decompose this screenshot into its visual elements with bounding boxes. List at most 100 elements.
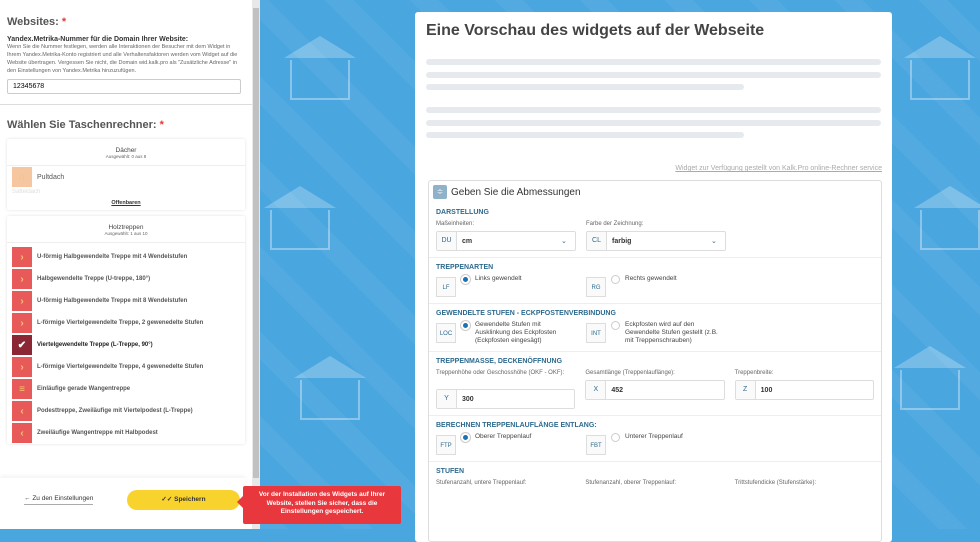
yandex-label: Yandex.Metrika-Nummer für die Domain Ihr… (7, 36, 189, 43)
field-label: Gesamtlänge (Treppenlauflänge): (585, 370, 675, 376)
calc-item-label: U-förmig Halbgewendelte Treppe mit 8 Wen… (37, 298, 188, 304)
save-tooltip: Vor der Installation des Widgets auf Ihr… (237, 486, 401, 524)
group-holztreppen: Holztreppen Ausgewählt: 1 aus 10 › U-förmi… (7, 216, 245, 444)
field-code: FTP (436, 435, 456, 455)
calc-item[interactable]: ⌂ Pultdach (7, 166, 245, 188)
calc-item-label: Satteldach (12, 189, 41, 195)
calc-item[interactable]: › U-förmig Halbgewendelte Treppe mit 8 We… (7, 290, 245, 312)
height-input[interactable]: Y 300 (436, 389, 576, 409)
input-value: 452 (611, 386, 624, 394)
radio-label: Gewendelte Stufen mit Ausklinkung des Ec… (475, 321, 557, 344)
field-code: CL (587, 232, 607, 250)
back-label: Zu den Einstellungen (32, 495, 94, 502)
radio-fbt[interactable]: FBT Unterer Treppenlauf (586, 433, 726, 455)
radio-label: Oberer Treppenlauf (475, 433, 532, 440)
field-label: Stufenanzahl, oberer Treppenlauf: (585, 480, 677, 486)
yandex-description: Wenn Sie die Nummer festlegen, werden al… (7, 44, 238, 74)
calculators-title: Wählen Sie Taschenrechner: (7, 119, 157, 131)
group-title: Holztreppen (108, 224, 144, 231)
field-label: Trittstufendicke (Stufenstärke): (734, 480, 817, 486)
field-label: Treppenhöhe oder Geschosshöhe (OKF - OKF… (436, 370, 565, 376)
field-label: Treppenbreite: (734, 370, 774, 376)
calc-item-label: Einläufige gerade Wangentreppe (37, 386, 131, 392)
roof-icon: ⌂ (12, 167, 32, 187)
chevron-down-icon: ⌄ (711, 238, 717, 245)
section-title: TREPPENMASSE, DECKENÖFFNUNG (436, 358, 563, 365)
field-code: FBT (586, 435, 606, 455)
field-label: Maßeinheiten: (436, 221, 475, 227)
sliders-icon: ≑ (433, 185, 447, 199)
double-check-icon: ✓✓ (161, 496, 175, 503)
back-button[interactable]: ← Zu den Einstellungen (24, 495, 94, 505)
calc-item-label: L-förmige Viertelgewendelte Treppe, 4 ge… (37, 364, 204, 370)
group-selected-count: Ausgewählt: 1 aus 10 (104, 231, 148, 236)
section-title: BERECHNEN TREPPENLAUFLÄNGE ENTLANG: (436, 422, 597, 429)
expand-link[interactable]: Offenbaren (7, 196, 245, 210)
stair-icon: › (12, 269, 32, 289)
radio-label: Unterer Treppenlauf (625, 433, 683, 440)
required-mark: * (159, 119, 164, 131)
stair-icon: ≡ (12, 379, 32, 399)
group-title: Dächer (115, 147, 137, 154)
stair-icon: › (12, 291, 32, 311)
calc-item-label: Zweiläufige Wangentreppe mit Halbpodest (37, 430, 158, 436)
radio-label: Links gewendelt (475, 275, 522, 282)
calc-item-label: L-förmige Viertelgewendelte Treppe, 2 ge… (37, 320, 204, 326)
settings-panel: Websites: * Yandex.Metrika-Nummer für di… (0, 0, 252, 529)
input-value: 300 (462, 395, 474, 403)
width-input[interactable]: Z 100 (734, 380, 874, 400)
section-title: DARSTELLUNG (436, 209, 489, 216)
group-daecher: Dächer Ausgewählt: 0 aus 8 ⌂ Pultdach Satt… (7, 139, 245, 210)
radio-loc[interactable]: LOC Gewendelte Stufen mit Ausklinkung des… (436, 321, 576, 345)
calc-item[interactable]: ≡ Einläufige gerade Wangentreppe (7, 378, 245, 400)
kalkpro-link[interactable]: Widget zur Verfügung gestellt von Kalk.P… (675, 165, 882, 172)
field-code: RG (586, 277, 606, 297)
radio-label: Rechts gewendelt (625, 275, 677, 282)
dimensions-form: ≑ Geben Sie die Abmessungen DARSTELLUNG M… (428, 180, 882, 542)
calc-item-label: Halbgewendelte Treppe (U-treppe, 180°) (37, 276, 151, 282)
calc-item[interactable]: › L-förmige Viertelgewendelte Treppe, 4 g… (7, 356, 245, 378)
preview-title: Eine Vorschau des widgets auf der Websei… (426, 22, 765, 39)
save-button[interactable]: ✓✓ Speichern (127, 490, 240, 510)
check-icon: ✔ (12, 335, 32, 355)
scrollbar[interactable] (252, 0, 260, 529)
calc-item[interactable]: › U-förmig Halbgewendelte Treppe mit 4 We… (7, 246, 245, 268)
radio-unchecked[interactable] (611, 275, 620, 284)
field-code: Z (735, 381, 756, 399)
chevron-down-icon: ⌄ (561, 238, 567, 245)
field-code: Y (437, 390, 457, 408)
calc-item[interactable]: Satteldach (7, 188, 245, 196)
yandex-number-input[interactable] (7, 79, 241, 94)
calc-item-label: Viertelgewendelte Treppe (L-Treppe, 90°) (37, 342, 153, 348)
calc-item[interactable]: › L-förmige Viertelgewendelte Treppe, 2 g… (7, 312, 245, 334)
section-title: GEWENDELTE STUFEN - ECKPFOSTENVERBINDUNG (436, 310, 616, 317)
units-select[interactable]: DU cm ⌄ (436, 231, 576, 251)
group-selected-count: Ausgewählt: 0 aus 8 (105, 154, 147, 159)
calc-item-selected[interactable]: ✔ Viertelgewendelte Treppe (L-Treppe, 90°… (7, 334, 245, 356)
radio-checked[interactable] (461, 321, 470, 330)
radio-checked[interactable] (461, 433, 470, 442)
calc-item[interactable]: ‹ Zweiläufige Wangentreppe mit Halbpodest (7, 422, 245, 444)
stair-icon: ‹ (12, 401, 32, 421)
radio-right[interactable]: RG Rechts gewendelt (586, 275, 726, 297)
radio-checked[interactable] (461, 275, 470, 284)
length-input[interactable]: X 452 (585, 380, 725, 400)
radio-ftp[interactable]: FTP Oberer Treppenlauf (436, 433, 576, 455)
radio-unchecked[interactable] (611, 433, 620, 442)
calc-item-label: Pultdach (37, 173, 65, 181)
calc-item[interactable]: ‹ Podesttreppe, Zweiläufige mit Viertelpo… (7, 400, 245, 422)
radio-unchecked[interactable] (611, 321, 620, 330)
field-code: LF (436, 277, 456, 297)
field-code: LOC (436, 323, 456, 343)
stair-icon: › (12, 247, 32, 267)
stair-icon: ‹ (12, 423, 32, 443)
color-select[interactable]: CL farbig ⌄ (586, 231, 726, 251)
radio-left[interactable]: LF Links gewendelt (436, 275, 576, 297)
calc-item[interactable]: › Halbgewendelte Treppe (U-treppe, 180°) (7, 268, 245, 290)
radio-int[interactable]: INT Eckpfosten wird auf den Gewendelte St… (586, 321, 726, 345)
select-value: farbig (612, 237, 632, 245)
form-title: Geben Sie die Abmessungen (451, 186, 581, 198)
calc-item-label: U-förmig Halbgewendelte Treppe mit 4 Wen… (37, 254, 188, 260)
websites-title: Websites: (7, 16, 59, 28)
section-title: STUFEN (436, 468, 464, 475)
